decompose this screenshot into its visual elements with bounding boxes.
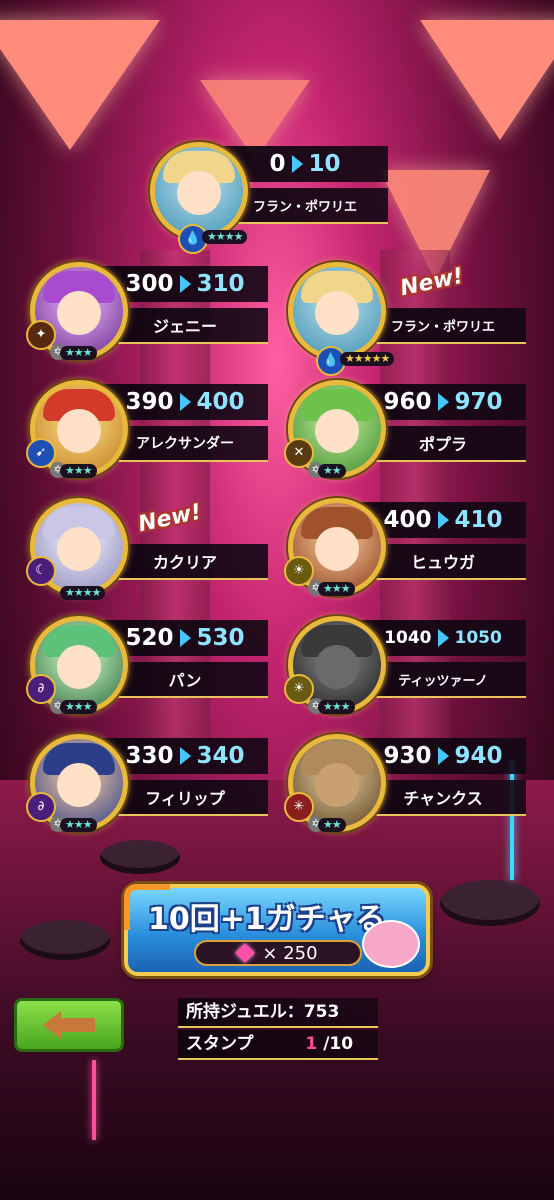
rarity-stars: ★★★★	[202, 230, 248, 244]
character-card[interactable]: フラン・ポワリエ New! 💧 ★★★★★	[288, 258, 538, 376]
character-card[interactable]: 330 340 フィリップ ∂ ✡ ★★★	[26, 730, 280, 845]
arrow-icon	[437, 511, 449, 529]
level-after: 410	[454, 507, 503, 533]
arrow-icon	[437, 629, 449, 647]
face	[177, 171, 221, 215]
back-arrow-icon	[43, 1011, 61, 1039]
level-before: 1040	[384, 628, 432, 648]
rarity-stars: ★★	[318, 464, 346, 478]
rarity-stars: ★★★	[60, 700, 97, 714]
stamp-label: スタンプ	[186, 1034, 254, 1054]
level-after: 970	[454, 389, 503, 415]
arrow-icon	[179, 275, 191, 293]
rarity-stars: ★★★★★	[340, 352, 395, 366]
level-after: 340	[196, 743, 245, 769]
gacha-cost-value: × 250	[262, 942, 318, 964]
mascot-icon	[362, 920, 420, 968]
level-after: 10	[308, 151, 341, 177]
character-card[interactable]: 520 530 パン ∂ ✡ ★★★	[26, 612, 280, 727]
arrow-icon	[179, 393, 191, 411]
level-before: 0	[269, 151, 286, 177]
face	[57, 763, 101, 807]
character-card[interactable]: 1040 1050 ティッツァーノ ☀ ✡ ★★★	[284, 612, 538, 727]
rarity-stars: ★★★	[318, 582, 355, 596]
rarity-stars: ★★	[318, 818, 346, 832]
level-before: 330	[125, 743, 174, 769]
arrow-icon	[291, 155, 303, 173]
rarity-stars: ★★★★	[60, 586, 106, 600]
face	[57, 291, 101, 335]
face	[315, 527, 359, 571]
lamp-decoration	[0, 20, 160, 150]
face	[315, 763, 359, 807]
arrow-icon	[179, 629, 191, 647]
character-card[interactable]: 300 310 ジェニー ✦ ✡ ★★★	[26, 258, 280, 373]
stool-decoration	[100, 840, 180, 874]
stamp-current: 1	[305, 1034, 318, 1054]
stamp-total: /10	[323, 1034, 354, 1054]
face	[315, 645, 359, 689]
gacha-10plus1-button[interactable]: 10回+1ガチャる × 250	[124, 884, 430, 976]
level-before: 400	[383, 507, 432, 533]
level-after: 530	[196, 625, 245, 651]
back-button[interactable]	[14, 998, 124, 1052]
character-card[interactable]: 960 970 ポプラ ✕ ✡ ★★	[284, 376, 538, 491]
jewel-count: 所持ジュエル：753	[178, 998, 378, 1028]
level-before: 300	[125, 271, 174, 297]
arrow-icon	[179, 747, 191, 765]
rarity-stars: ★★★	[60, 464, 97, 478]
lamp-decoration	[420, 20, 554, 140]
rarity-stars: ★★★	[60, 818, 97, 832]
new-badge: New!	[398, 263, 466, 302]
back-arrow-shaft	[61, 1018, 95, 1032]
rarity-stars: ★★★	[318, 700, 355, 714]
level-before: 960	[383, 389, 432, 415]
arrow-icon	[437, 747, 449, 765]
rarity-stars: ★★★	[60, 346, 97, 360]
character-card[interactable]: 390 400 アレクサンダー ➹ ✡ ★★★	[26, 376, 280, 491]
level-after: 400	[196, 389, 245, 415]
arrow-icon	[437, 393, 449, 411]
face	[315, 291, 359, 335]
character-card[interactable]: 400 410 ヒュウガ ☀ ✡ ★★★	[284, 494, 538, 609]
face	[57, 527, 101, 571]
character-portrait	[288, 262, 386, 360]
neon-decoration	[92, 1060, 96, 1140]
character-card[interactable]: 930 940 チャンクス ✳ ✡ ★★	[284, 730, 538, 845]
level-after: 310	[196, 271, 245, 297]
stamp-row: スタンプ 1 /10	[178, 1030, 378, 1060]
new-badge: New!	[136, 499, 204, 538]
level-after: 1050	[454, 628, 502, 648]
gem-icon	[235, 943, 256, 963]
face	[57, 645, 101, 689]
level-before: 930	[383, 743, 432, 769]
gacha-cost: × 250	[194, 940, 362, 966]
level-before: 390	[125, 389, 174, 415]
character-card[interactable]: カクリア New! ☾ ★★★★	[26, 494, 280, 609]
level-after: 940	[454, 743, 503, 769]
dark-icon: ☾	[26, 556, 56, 586]
stool-decoration	[20, 920, 110, 960]
face	[315, 409, 359, 453]
character-card[interactable]: 0 10 フラン・ポワリエ 💧 ★★★★	[150, 138, 400, 254]
stool-decoration	[440, 880, 540, 926]
resource-info: 所持ジュエル：753 スタンプ 1 /10	[178, 998, 378, 1062]
gacha-title: 10回+1ガチャる	[148, 902, 386, 937]
face	[57, 409, 101, 453]
level-before: 520	[125, 625, 174, 651]
